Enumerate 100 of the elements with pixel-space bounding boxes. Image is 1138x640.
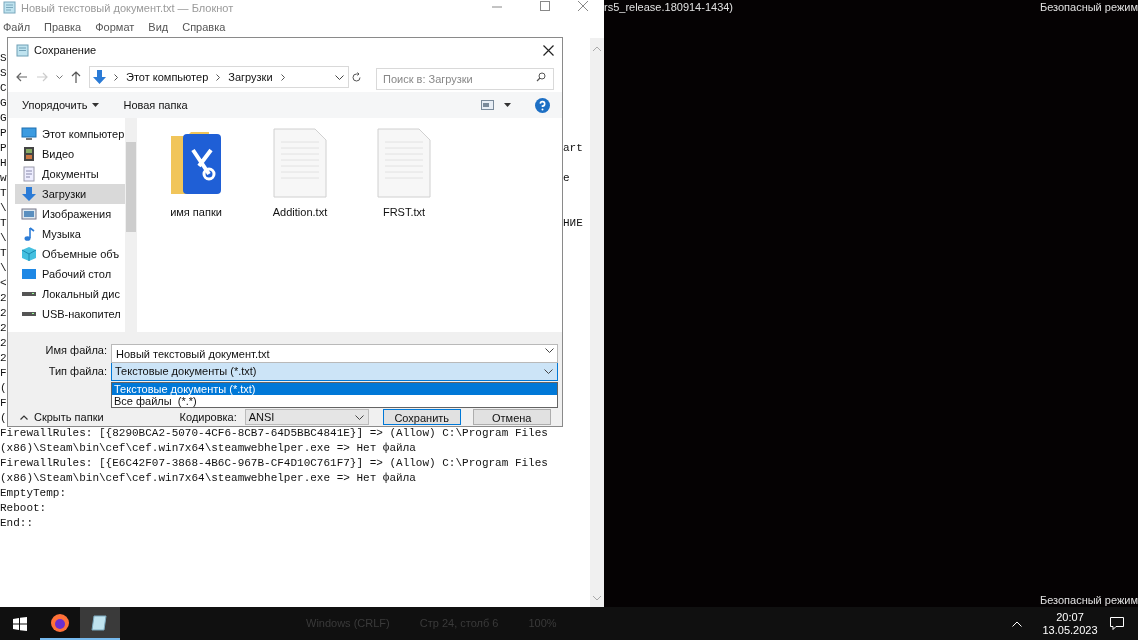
caret-icon (92, 103, 100, 107)
encoding-dropdown[interactable]: ANSI (244, 409, 369, 425)
refresh-icon[interactable] (351, 71, 362, 83)
download-arrow-icon (93, 70, 106, 84)
nav-item[interactable]: Этот компьютер (15, 124, 125, 144)
close-icon[interactable] (543, 44, 554, 56)
text-line: P (0, 127, 7, 139)
nav-item[interactable]: Локальный дис (15, 284, 125, 304)
field-label: Имя файла: (44, 342, 107, 358)
document-icon (273, 128, 327, 198)
view-icon[interactable] (481, 100, 494, 110)
text-line: S (0, 67, 7, 79)
dropdown-caret-icon[interactable] (335, 74, 344, 80)
text-line: 2 (0, 337, 7, 349)
search-field[interactable]: Поиск в: Загрузки (376, 68, 554, 90)
text-line: \ (0, 232, 7, 244)
text-line: FirewallRules: [{8290BCA2-5070-4CF6-8CB7-64D5BBC4841E}] => (Allow) C:\Program Files (0, 427, 548, 439)
documents-icon (21, 166, 37, 182)
drive-icon (22, 312, 36, 316)
notification-icon[interactable] (1110, 617, 1124, 630)
nav-item[interactable]: Изображения (15, 204, 125, 224)
caret-icon[interactable] (504, 103, 511, 107)
text-line: FirewallRules: [{E6C42F07-3868-4B6C-967B-CF4D10C761F7}] => (Allow) C:\Program Files (0, 457, 548, 469)
breadcrumb-item[interactable]: Этот компьютер (126, 68, 209, 86)
file-item[interactable]: FRST.txt (363, 128, 445, 221)
video-icon (21, 146, 37, 162)
text-line: (x86)\Steam\bin\cef\cef.win7x64\steamwebhelper.exe => Нет файла (0, 472, 416, 484)
nav-item[interactable]: Загрузки (15, 184, 125, 204)
dropdown-option[interactable]: Все файлы (*.*) (112, 395, 557, 407)
menu-item[interactable]: Справка (182, 18, 226, 36)
nav-item[interactable]: Музыка (15, 224, 125, 244)
text-line: 2 (0, 322, 7, 334)
window-title: Новый текстовый документ.txt — Блокнот (21, 1, 234, 16)
menu-item[interactable]: Файл (3, 18, 31, 36)
menu-item[interactable]: Правка (44, 18, 82, 36)
nav-item[interactable]: Рабочий стол (15, 264, 125, 284)
drive-icon (22, 292, 36, 296)
pictures-icon (21, 206, 37, 222)
taskbar-app[interactable] (80, 607, 120, 640)
file-item[interactable]: Addition.txt (259, 128, 341, 221)
text-line: P (0, 142, 7, 154)
computer-icon (21, 126, 37, 142)
cancel-button[interactable]: Отмена (472, 409, 551, 425)
text-line: F (0, 367, 7, 379)
menu-item[interactable]: Вид (148, 18, 169, 36)
text-line: 2 (0, 307, 7, 319)
windows-icon (13, 616, 27, 631)
desktop-text: rs5_release.180914-1434) (604, 0, 734, 14)
dropdown-option[interactable]: Текстовые документы (*.txt) (112, 383, 557, 395)
back-arrow-icon[interactable] (16, 72, 28, 82)
nav-item[interactable]: USB-накопител (15, 304, 125, 324)
notepad-icon (3, 1, 16, 14)
new-folder-button[interactable]: Новая папка (123, 96, 188, 114)
field-label: Тип файла: (47, 363, 107, 379)
organize-button[interactable]: Упорядочить (22, 96, 100, 114)
hide-folders-button[interactable]: Скрыть папки (18, 408, 104, 426)
save-button[interactable]: Сохранить (382, 409, 461, 425)
text-line: G (0, 97, 7, 109)
text-line: G (0, 112, 7, 124)
safe-mode-label: Безопасный режим (1039, 593, 1138, 607)
text-line: S (0, 52, 7, 64)
text-line: e (563, 171, 570, 186)
scrollbar[interactable] (125, 118, 137, 332)
text-line: F (0, 397, 7, 409)
safe-mode-label: Безопасный режим (1039, 0, 1138, 14)
text-line: 2 (0, 352, 7, 364)
clock[interactable]: 20:07 13.05.2023 (1040, 607, 1100, 640)
document-icon (377, 128, 431, 198)
browser-icon (50, 612, 70, 633)
text-line: (x86)\Steam\bin\cef\cef.win7x64\steamwebhelper.exe => Нет файла (0, 442, 416, 454)
text-line: \ (0, 202, 7, 214)
text-line: C (0, 82, 7, 94)
address-bar[interactable]: Этот компьютер Загрузки (89, 66, 349, 88)
text-line: ( (0, 382, 7, 394)
desktop-icon (21, 266, 37, 282)
text-line: 2 (0, 292, 7, 304)
file-item[interactable]: имя папки (155, 128, 237, 221)
nav-item[interactable]: Объемные объ (15, 244, 125, 264)
text-line: Reboot: (0, 502, 47, 514)
text-line: T (0, 217, 7, 229)
maximize-icon[interactable] (540, 1, 550, 11)
up-arrow-icon[interactable] (71, 71, 81, 83)
chevron-icon (114, 73, 118, 81)
nav-item[interactable]: Документы (15, 164, 125, 184)
breadcrumb-item[interactable]: Загрузки (228, 68, 273, 86)
chevron-up-icon (20, 414, 28, 420)
text-line: H (0, 157, 7, 169)
notepad-icon (91, 613, 109, 632)
text-line: T (0, 247, 7, 259)
filename-field[interactable]: Новый текстовый документ.txt (111, 344, 558, 363)
chevron-icon (216, 73, 221, 81)
chevron-up-icon[interactable] (1012, 620, 1022, 627)
text-line: art (563, 141, 583, 156)
menu-item[interactable]: Формат (95, 18, 135, 36)
nav-item[interactable]: Видео (15, 144, 125, 164)
help-icon[interactable] (535, 97, 550, 113)
text-line: T (0, 187, 7, 199)
chevron-icon[interactable] (280, 73, 285, 81)
text-line: НИЕ (563, 216, 583, 231)
downloads-icon (21, 186, 37, 202)
